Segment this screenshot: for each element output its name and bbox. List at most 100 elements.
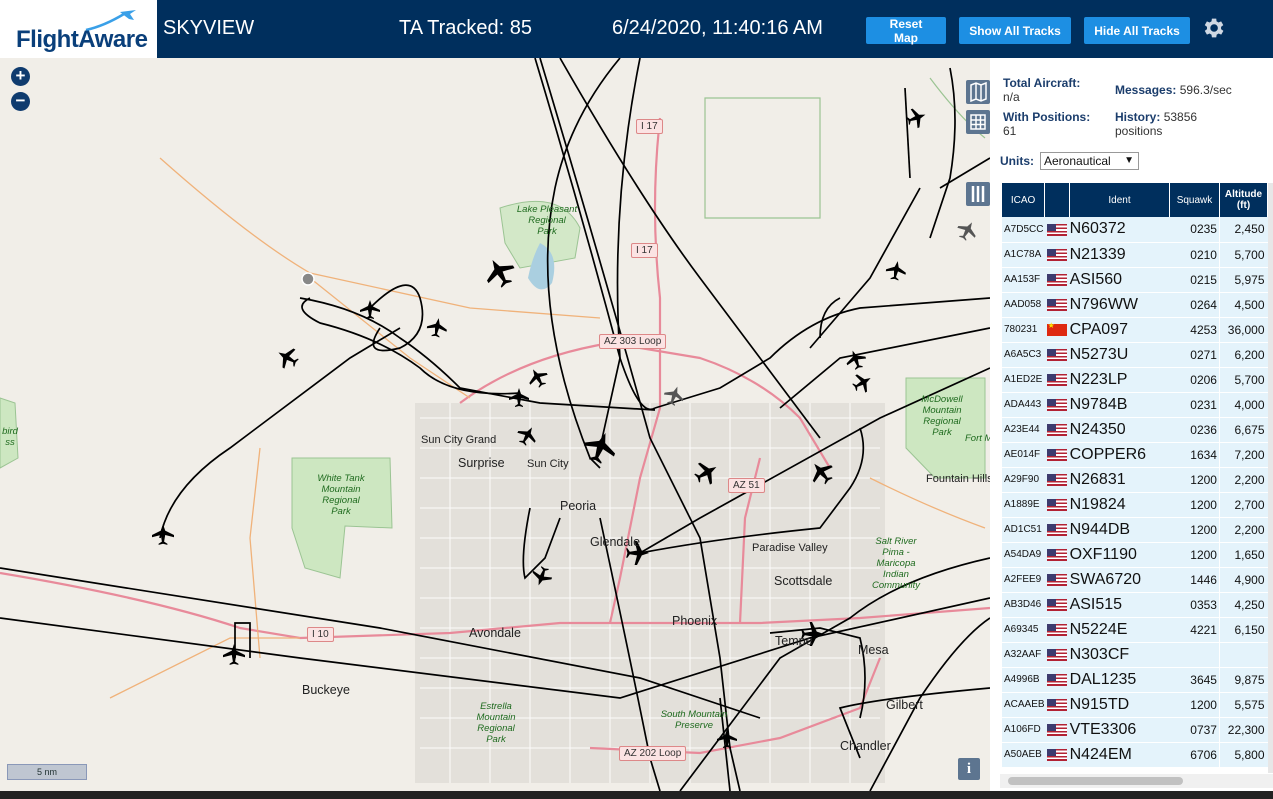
squawk-cell: 3645 xyxy=(1169,667,1220,693)
map-label: Sun City Grand xyxy=(421,434,497,446)
ident-cell: N796WW xyxy=(1069,292,1170,318)
flightaware-logo[interactable]: FlightAware xyxy=(0,0,157,58)
icao-cell: A32AAF xyxy=(1002,642,1045,668)
table-row[interactable]: A4996B DAL1235 3645 9,875 xyxy=(1002,667,1268,693)
table-row[interactable]: AAD058 N796WW 0264 4,500 xyxy=(1002,292,1268,318)
altitude-cell: 5,800 xyxy=(1219,742,1268,768)
gear-icon[interactable] xyxy=(1200,15,1226,41)
map-label: Scottsdale xyxy=(774,574,833,588)
flag-us-icon xyxy=(1046,399,1067,412)
table-row[interactable]: A106FD VTE3306 0737 22,300 xyxy=(1002,717,1268,743)
altitude-cell: 2,200 xyxy=(1219,467,1268,493)
squawk-cell: 1446 xyxy=(1169,567,1220,593)
table-row[interactable]: A50AEB N424EM 6706 5,800 xyxy=(1002,742,1268,768)
flag-cell xyxy=(1044,667,1070,693)
hide-all-tracks-button[interactable]: Hide All Tracks xyxy=(1084,17,1190,44)
table-row[interactable]: A69345 N5224E 4221 6,150 xyxy=(1002,617,1268,643)
map-view[interactable]: + − Sun City Grand Surprise Sun City Peo… xyxy=(0,58,990,791)
park-label: bird ss xyxy=(2,426,18,448)
table-row[interactable]: A1C78A N21339 0210 5,700 xyxy=(1002,242,1268,268)
grid-icon[interactable] xyxy=(966,110,990,134)
icao-cell: A29F90 xyxy=(1002,467,1045,493)
flag-cell xyxy=(1044,567,1070,593)
table-row[interactable]: A7D5CC N60372 0235 2,450 xyxy=(1002,217,1268,243)
altitude-cell: 5,700 xyxy=(1219,242,1268,268)
flag-cell xyxy=(1044,467,1070,493)
current-datetime: 6/24/2020, 11:40:16 AM xyxy=(612,17,823,39)
flag-us-icon xyxy=(1046,349,1067,362)
ident-cell: N26831 xyxy=(1069,467,1170,493)
park-label: McDowell Mountain Regional Park xyxy=(921,394,963,438)
info-button[interactable]: i xyxy=(958,758,980,780)
table-row[interactable]: A29F90 N26831 1200 2,200 xyxy=(1002,467,1268,493)
altitude-cell: 2,450 xyxy=(1219,217,1268,243)
column-header[interactable]: Squawk xyxy=(1169,183,1220,217)
park-label: White Tank Mountain Regional Park xyxy=(317,473,365,517)
flag-cell xyxy=(1044,692,1070,718)
scroll-thumb[interactable] xyxy=(1008,777,1183,785)
map-label: Gilbert xyxy=(886,698,923,712)
table-row[interactable]: AA153F ASI560 0215 5,975 xyxy=(1002,267,1268,293)
zoom-in-button[interactable]: + xyxy=(11,67,30,86)
table-row[interactable]: ADA443 N9784B 0231 4,000 xyxy=(1002,392,1268,418)
table-row[interactable]: A54DA9 OXF1190 1200 1,650 xyxy=(1002,542,1268,568)
columns-icon[interactable] xyxy=(966,182,990,206)
icao-cell: 780231 xyxy=(1002,317,1045,343)
table-row[interactable]: AB3D46 ASI515 0353 4,250 xyxy=(1002,592,1268,618)
icao-cell: ACAAEB xyxy=(1002,692,1045,718)
column-header[interactable]: Ident xyxy=(1069,183,1171,217)
flag-cell xyxy=(1044,442,1070,468)
ident-cell: N5224E xyxy=(1069,617,1170,643)
flag-us-icon xyxy=(1046,449,1067,462)
table-row[interactable]: A23E44 N24350 0236 6,675 xyxy=(1002,417,1268,443)
flag-cell xyxy=(1044,217,1070,243)
icao-cell: A69345 xyxy=(1002,617,1045,643)
column-header[interactable] xyxy=(1044,183,1071,217)
table-row[interactable]: 780231 CPA097425336,000 xyxy=(1002,317,1268,343)
flag-cell xyxy=(1044,492,1070,518)
table-row[interactable]: A2FEE9 SWA6720 1446 4,900 xyxy=(1002,567,1268,593)
icao-cell: AA153F xyxy=(1002,267,1045,293)
table-row[interactable]: A1889E N19824 1200 2,700 xyxy=(1002,492,1268,518)
map-layers-icon[interactable] xyxy=(966,80,990,104)
flag-cell xyxy=(1044,392,1070,418)
altitude-cell: 2,200 xyxy=(1219,517,1268,543)
column-header[interactable]: ICAO xyxy=(1002,183,1046,217)
flag-us-icon xyxy=(1046,474,1067,487)
units-select[interactable]: Aeronautical ▼ xyxy=(1040,152,1139,170)
flag-cell xyxy=(1044,292,1070,318)
squawk-cell: 0737 xyxy=(1169,717,1220,743)
total-aircraft-stat: Total Aircraft: n/a xyxy=(1003,76,1081,104)
altitude-cell: 22,300 xyxy=(1219,717,1268,743)
ident-cell: N19824 xyxy=(1069,492,1170,518)
flag-us-icon xyxy=(1046,224,1067,237)
highway-shield: AZ 51 xyxy=(728,478,765,493)
altitude-cell: 5,700 xyxy=(1219,367,1268,393)
flag-us-icon xyxy=(1046,749,1067,762)
table-row[interactable]: AD1C51 N944DB 1200 2,200 xyxy=(1002,517,1268,543)
reset-map-button[interactable]: Reset Map xyxy=(866,17,946,45)
zoom-out-button[interactable]: − xyxy=(11,92,30,111)
table-row[interactable]: A6A5C3 N5273U 0271 6,200 xyxy=(1002,342,1268,368)
table-row[interactable]: A32AAF N303CF xyxy=(1002,642,1268,668)
altitude-cell: 5,975 xyxy=(1219,267,1268,293)
table-row[interactable]: A1ED2E N223LP 0206 5,700 xyxy=(1002,367,1268,393)
ident-cell: SWA6720 xyxy=(1069,567,1170,593)
ident-cell: OXF1190 xyxy=(1069,542,1170,568)
altitude-cell: 2,700 xyxy=(1219,492,1268,518)
flag-us-icon xyxy=(1046,674,1067,687)
table-row[interactable]: AE014F COPPER6 1634 7,200 xyxy=(1002,442,1268,468)
column-header[interactable]: Altitude (ft) xyxy=(1219,183,1269,217)
table-row[interactable]: ACAAEB N915TD 1200 5,575 xyxy=(1002,692,1268,718)
vertical-scrollbar[interactable] xyxy=(1268,183,1273,773)
horizontal-scrollbar[interactable] xyxy=(1000,774,1273,788)
squawk-cell: 1200 xyxy=(1169,467,1220,493)
ident-cell: N24350 xyxy=(1069,417,1170,443)
highway-shield: AZ 202 Loop xyxy=(619,746,687,761)
icao-cell: AD1C51 xyxy=(1002,517,1045,543)
squawk-cell: 1200 xyxy=(1169,542,1220,568)
map-canvas[interactable] xyxy=(0,58,990,791)
show-all-tracks-button[interactable]: Show All Tracks xyxy=(959,17,1071,44)
flag-cell xyxy=(1044,542,1070,568)
flag-us-icon xyxy=(1046,724,1067,737)
